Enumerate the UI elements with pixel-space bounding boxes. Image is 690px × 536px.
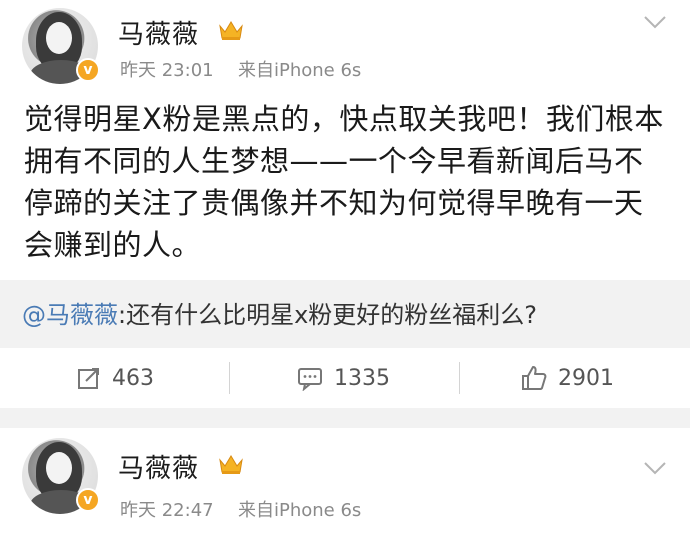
post-time: 昨天 22:47	[120, 500, 214, 521]
post-source: 来自iPhone 6s	[238, 500, 362, 521]
crown-icon	[219, 455, 243, 474]
author-name[interactable]: 马薇薇	[118, 448, 199, 485]
post-source: 来自iPhone 6s	[238, 60, 362, 81]
comment-icon	[298, 368, 322, 391]
author-name[interactable]: 马薇薇	[118, 14, 199, 51]
chevron-down-icon[interactable]	[642, 12, 668, 32]
like-button[interactable]: 2901	[520, 362, 614, 394]
weibo-post-2: v 马薇薇 昨天 22:47 来自iPhone 6s	[0, 428, 690, 536]
comment-button[interactable]: 1335	[296, 362, 390, 394]
repost-button[interactable]: 463	[76, 362, 154, 394]
action-bar: 463 1335 2901	[0, 348, 690, 408]
repost-icon	[78, 368, 99, 389]
weibo-post-1: v 马薇薇 昨天 23:01 来自iPhone 6s 觉得明星X粉是黑点的，快点…	[0, 0, 690, 408]
comment-count: 1335	[334, 365, 390, 391]
quote-text: :还有什么比明星x粉更好的粉丝福利么?	[118, 301, 538, 329]
quoted-repost[interactable]: @马薇薇:还有什么比明星x粉更好的粉丝福利么?	[0, 280, 690, 348]
like-icon	[522, 366, 547, 390]
crown-icon	[219, 21, 243, 40]
chevron-down-icon[interactable]	[642, 458, 668, 478]
verified-v-icon: v	[76, 488, 100, 512]
quote-line: @马薇薇:还有什么比明星x粉更好的粉丝福利么?	[22, 295, 537, 330]
repost-count: 463	[112, 365, 154, 391]
like-count: 2901	[558, 365, 614, 391]
verified-v-icon: v	[76, 58, 100, 82]
post-content: 觉得明星X粉是黑点的，快点取关我吧！我们根本拥有不同的人生梦想——一个今早看新闻…	[24, 102, 664, 262]
post-time: 昨天 23:01	[120, 60, 214, 81]
quote-mention[interactable]: @马薇薇	[22, 301, 118, 329]
